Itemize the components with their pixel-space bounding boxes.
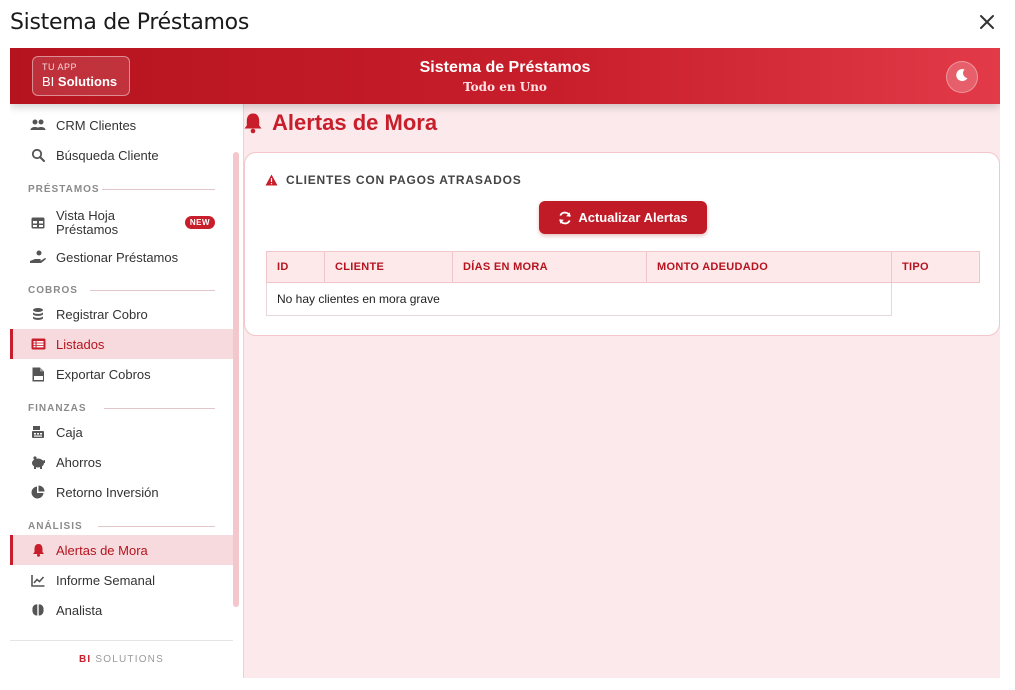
- hand-money-icon: [30, 249, 46, 265]
- sidebar-footer-brand: BI SOLUTIONS: [79, 654, 164, 665]
- sidebar-item-label: CRM Clientes: [56, 117, 137, 133]
- sidebar-item-label: Búsqueda Cliente: [56, 147, 159, 163]
- sidebar-item-label: Gestionar Préstamos: [56, 249, 179, 265]
- sidebar-item-analista[interactable]: Analista: [10, 595, 233, 625]
- header-title: Sistema de Préstamos: [419, 59, 591, 76]
- brain-icon: [30, 602, 46, 618]
- alerts-card: CLIENTES CON PAGOS ATRASADOS Actualizar …: [244, 152, 1000, 336]
- sidebar-scrollbar[interactable]: [233, 152, 239, 607]
- table-icon: [30, 215, 46, 231]
- sidebar-item-vista-hoja[interactable]: Vista Hoja Préstamos NEW: [10, 204, 233, 242]
- sidebar-item-exportar[interactable]: Exportar Cobros: [10, 359, 233, 389]
- bell-icon: [243, 112, 263, 134]
- column-header-dias[interactable]: DÍAS EN MORA: [453, 252, 647, 282]
- column-header-monto[interactable]: MONTO ADEUDADO: [647, 252, 892, 282]
- bell-icon: [30, 542, 46, 558]
- sidebar-item-retorno[interactable]: Retorno Inversión: [10, 477, 233, 507]
- search-icon: [30, 147, 46, 163]
- new-badge: NEW: [184, 216, 215, 229]
- sidebar-item-listados[interactable]: Listados: [10, 329, 233, 359]
- card-title-text: CLIENTES CON PAGOS ATRASADOS: [286, 173, 522, 187]
- app-header: TU APP BI Solutions Sistema de Préstamos…: [10, 48, 1000, 104]
- refresh-icon: [558, 211, 572, 225]
- section-cobros: COBROS: [28, 285, 78, 296]
- sidebar-item-label: Registrar Cobro: [56, 306, 148, 322]
- app-window: TU APP BI Solutions Sistema de Préstamos…: [10, 48, 1000, 678]
- warning-icon: [265, 174, 278, 186]
- close-icon[interactable]: [977, 12, 997, 32]
- sidebar-item-label: Retorno Inversión: [56, 484, 159, 500]
- section-divider: [102, 189, 215, 190]
- section-divider: [90, 290, 215, 291]
- sidebar-item-label: Vista Hoja Préstamos: [56, 208, 119, 237]
- sidebar-item-label: Caja: [56, 424, 83, 440]
- sidebar: CRM Clientes Búsqueda Cliente PRÉSTAMOS …: [10, 104, 243, 678]
- column-header-cliente[interactable]: CLIENTE: [325, 252, 453, 282]
- section-finanzas: FINANZAS: [28, 403, 87, 414]
- sidebar-footer-divider: [10, 640, 233, 641]
- theme-toggle-button[interactable]: [946, 61, 978, 93]
- header-subtitle: Todo en Uno: [463, 80, 547, 94]
- section-divider: [104, 408, 215, 409]
- coins-icon: [30, 306, 46, 322]
- sidebar-item-label: Informe Semanal: [56, 572, 155, 588]
- sidebar-item-label: Alertas de Mora: [56, 542, 148, 558]
- dialog-titlebar: Sistema de Préstamos: [0, 0, 1015, 46]
- table-header: ID CLIENTE DÍAS EN MORA MONTO ADEUDADO T…: [266, 251, 980, 283]
- sidebar-item-gestionar[interactable]: Gestionar Préstamos: [10, 242, 233, 272]
- refresh-alerts-label: Actualizar Alertas: [578, 210, 688, 225]
- line-chart-icon: [30, 572, 46, 588]
- sidebar-item-label: Exportar Cobros: [56, 366, 151, 382]
- page-title-text: Alertas de Mora: [272, 110, 438, 135]
- list-icon: [30, 336, 46, 352]
- column-header-tipo[interactable]: TIPO: [892, 252, 979, 282]
- moon-icon: [955, 68, 969, 87]
- file-csv-icon: [30, 366, 46, 382]
- refresh-alerts-button[interactable]: Actualizar Alertas: [539, 201, 707, 234]
- page-title: Alertas de Mora: [243, 108, 437, 138]
- sidebar-item-registrar[interactable]: Registrar Cobro: [10, 299, 233, 329]
- section-analisis: ANÁLISIS: [28, 521, 83, 532]
- sidebar-item-label: Ahorros: [56, 454, 102, 470]
- users-icon: [30, 117, 46, 133]
- dialog-title: Sistema de Préstamos: [10, 10, 249, 35]
- card-title: CLIENTES CON PAGOS ATRASADOS: [265, 173, 522, 187]
- sidebar-item-informe[interactable]: Informe Semanal: [10, 565, 233, 595]
- sidebar-item-label: Analista: [56, 602, 103, 618]
- sidebar-item-label: Listados: [56, 336, 105, 352]
- sidebar-item-caja[interactable]: Caja: [10, 417, 233, 447]
- section-prestamos: PRÉSTAMOS: [28, 184, 100, 195]
- sidebar-item-busqueda[interactable]: Búsqueda Cliente: [10, 140, 233, 170]
- table-empty-row: No hay clientes en mora grave: [266, 283, 892, 316]
- sidebar-item-alertas[interactable]: Alertas de Mora: [10, 535, 233, 565]
- pie-chart-icon: [30, 484, 46, 500]
- cash-register-icon: [30, 424, 46, 440]
- column-header-id[interactable]: ID: [267, 252, 325, 282]
- sidebar-item-ahorros[interactable]: Ahorros: [10, 447, 233, 477]
- section-divider: [98, 526, 215, 527]
- piggy-bank-icon: [30, 454, 46, 470]
- sidebar-item-crm[interactable]: CRM Clientes: [10, 110, 233, 140]
